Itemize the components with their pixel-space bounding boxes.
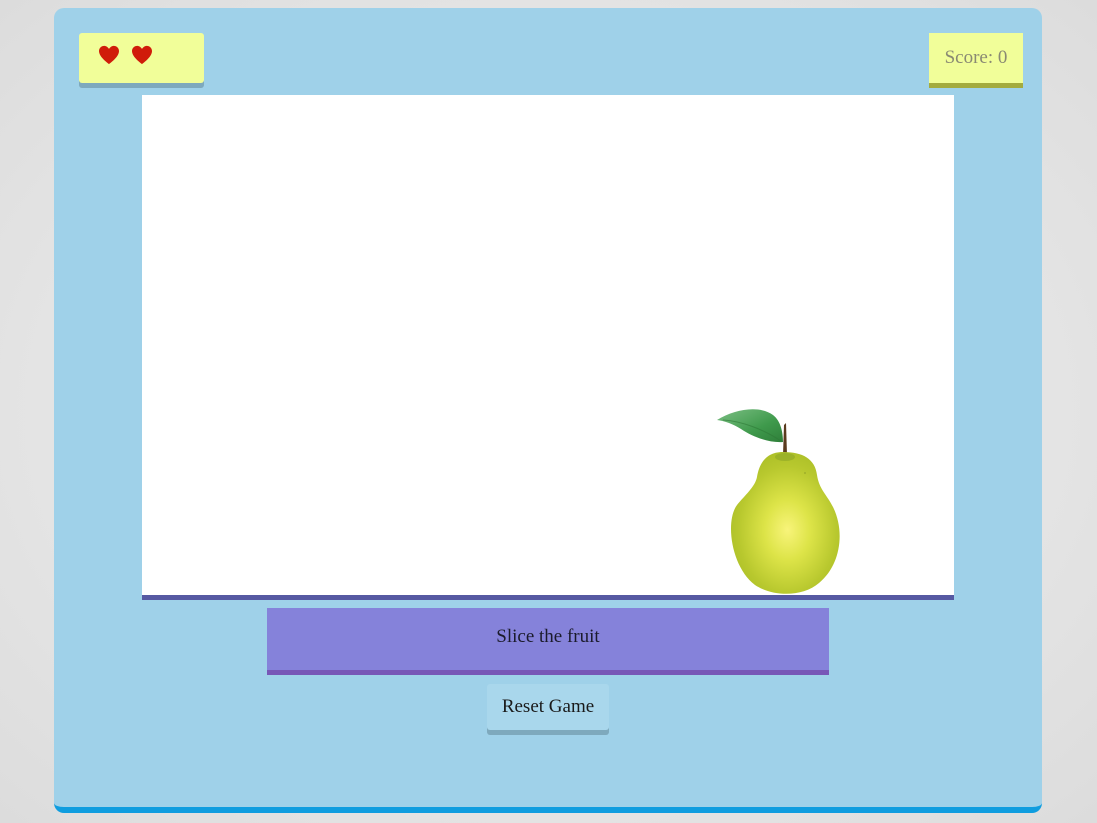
heart-icon [99,45,119,65]
reset-game-button[interactable]: Reset Game [487,684,609,730]
instruction-banner: Slice the fruit [267,608,829,675]
game-area[interactable] [142,95,954,600]
game-container: Score: 0 Slice the fruit Reset Game [54,8,1042,813]
pear-icon[interactable] [715,407,850,597]
lives-panel [79,33,204,83]
heart-icon [132,45,152,65]
score-display: Score: 0 [929,33,1023,83]
